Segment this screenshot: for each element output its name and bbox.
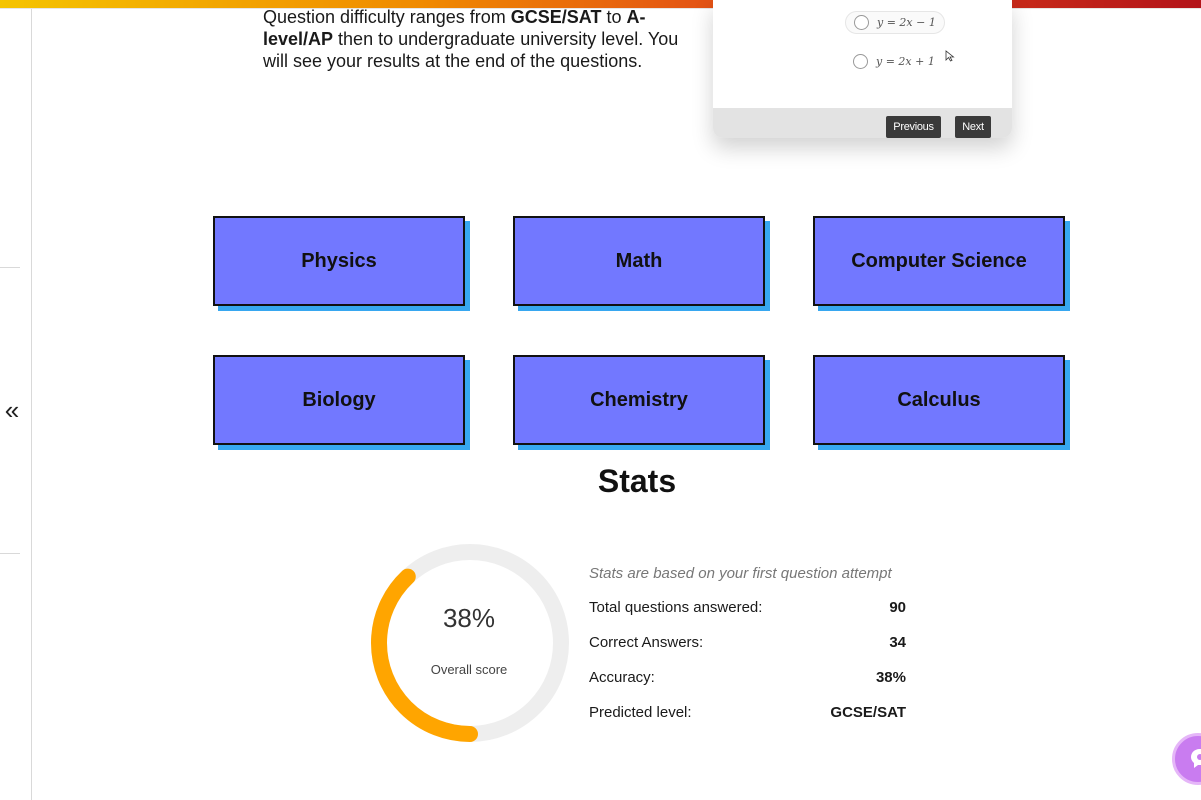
overall-score-value: 38% [442,603,496,633]
stat-row-accuracy: Accuracy: 38% [589,669,906,689]
radio-icon[interactable] [853,54,868,69]
intro-text: Question difficulty ranges from GCSE/SAT… [263,6,683,72]
sidebar-divider [0,553,20,554]
stat-label: Correct Answers: [589,634,704,651]
answer-option[interactable]: y = 2x − 1 [845,11,945,34]
previous-button[interactable]: Previous [886,116,941,138]
answer-option-label: y = 2x − 1 [877,16,936,29]
stat-value: 38% [875,669,906,686]
left-sidebar: « [0,9,32,800]
stats-heading: Stats [597,463,677,499]
radio-icon[interactable] [854,15,869,30]
intro-text-part: Question difficulty ranges from [263,7,511,27]
intro-level-gcse: GCSE/SAT [510,7,602,27]
stat-label: Predicted level: [589,704,692,721]
stats-note: Stats are based on your first question a… [589,565,892,582]
subject-physics-button[interactable]: Physics [213,216,465,306]
stat-label: Total questions answered: [589,599,763,616]
stat-value: 34 [889,634,906,651]
assistant-bubble-icon [1191,749,1201,768]
subject-computer-science-button[interactable]: Computer Science [813,216,1065,306]
subject-chemistry-button[interactable]: Chemistry [513,355,765,445]
mouse-cursor-icon [945,50,955,62]
next-button[interactable]: Next [955,116,991,138]
sidebar-divider [0,267,20,268]
overall-score-label: Overall score [430,662,508,677]
stat-value: 90 [889,599,906,616]
stat-row-total: Total questions answered: 90 [589,599,906,619]
question-preview-card: y = 2x − 1 y = 2x + 1 Previous Next [713,0,1012,138]
answer-option[interactable]: y = 2x + 1 [853,54,935,69]
stat-row-predicted-level: Predicted level: GCSE/SAT [589,704,906,724]
stat-value: GCSE/SAT [830,704,906,721]
assistant-button[interactable] [1172,733,1201,785]
overall-score-ring [371,544,569,742]
double-chevron-left-icon[interactable]: « [0,395,24,425]
stat-row-correct: Correct Answers: 34 [589,634,906,654]
intro-text-part: to [601,7,627,27]
stat-label: Accuracy: [589,669,655,686]
subject-biology-button[interactable]: Biology [213,355,465,445]
subject-math-button[interactable]: Math [513,216,765,306]
answer-option-label: y = 2x + 1 [876,55,935,68]
subject-calculus-button[interactable]: Calculus [813,355,1065,445]
